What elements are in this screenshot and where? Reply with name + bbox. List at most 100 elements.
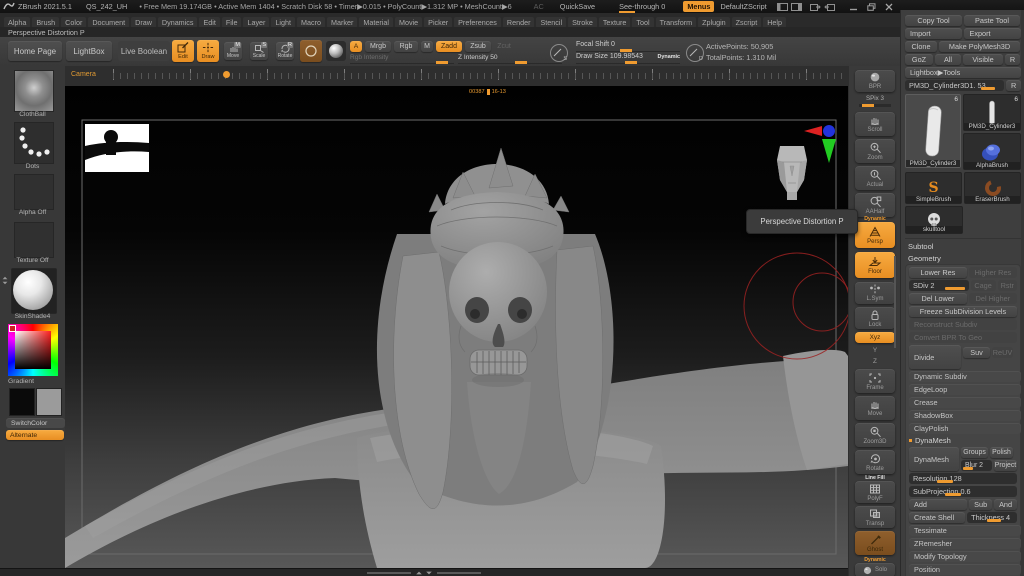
menu-item[interactable]: File <box>222 17 242 28</box>
z-intensity-slider[interactable]: Z Intensity 50 <box>458 54 562 64</box>
dynamesh-section-header[interactable]: DynaMesh <box>909 434 1017 446</box>
quicksave-button[interactable]: QuickSave <box>560 2 595 11</box>
sub-toggle[interactable]: Sub <box>969 499 992 510</box>
simplebrush-thumb[interactable]: S SimpleBrush <box>905 172 962 204</box>
blur-slider[interactable]: Blur 2 <box>961 460 992 471</box>
lock-button[interactable]: Lock <box>855 307 895 329</box>
dynamesh-subpalette-bar[interactable]: Modify Topology <box>909 551 1021 562</box>
rotate-button[interactable]: R Rotate <box>276 42 294 60</box>
dynamesh-subpalette-bar[interactable]: Tessimate <box>909 525 1021 536</box>
stroke-dot-button[interactable] <box>300 40 322 62</box>
lsym-button[interactable]: L.Sym <box>855 282 895 304</box>
hue-cursor[interactable] <box>9 325 16 332</box>
goz-visible-button[interactable]: Visible <box>963 54 1003 65</box>
dynamic-label[interactable]: Dynamic <box>658 54 680 60</box>
menu-item[interactable]: Help <box>763 17 786 28</box>
texture-thumbnail[interactable] <box>14 222 54 258</box>
y-constraint-button[interactable]: Y <box>855 346 895 355</box>
subprojection-handle[interactable] <box>945 493 961 496</box>
menu-item[interactable]: Zplugin <box>698 17 730 28</box>
rgb-intensity-slider[interactable]: Rgb Intensity <box>350 54 454 64</box>
transp-button[interactable]: Transp <box>855 506 895 528</box>
close-icon[interactable] <box>885 3 893 11</box>
aahalf-button[interactable]: AAHalf <box>855 193 895 217</box>
xyz-button[interactable]: Xyz <box>855 332 895 343</box>
menu-item[interactable]: Render <box>503 17 535 28</box>
alphabrush-thumb[interactable]: AlphaBrush <box>963 133 1021 170</box>
menu-item[interactable]: Movie <box>395 17 422 28</box>
panel-left-icon[interactable] <box>777 3 788 11</box>
rgb-toggle[interactable]: Rgb <box>394 41 418 52</box>
copy-tool-button[interactable]: Copy Tool <box>905 15 962 26</box>
rotate-canvas-button[interactable]: Rotate <box>855 450 895 474</box>
floor-button[interactable]: Floor <box>855 252 895 278</box>
alpha-thumbnail[interactable] <box>14 174 54 210</box>
current-tool-thumb[interactable]: 6 PM3D_Cylinder3 <box>905 94 961 168</box>
thickness-slider[interactable]: Thickness 4 <box>967 512 1017 523</box>
rstr-button[interactable]: Rstr <box>998 280 1017 291</box>
home-page-button[interactable]: Home Page <box>8 41 62 61</box>
zcut-toggle[interactable]: Zcut <box>494 41 514 52</box>
menu-item[interactable]: Material <box>359 17 393 28</box>
divide-button[interactable]: Divide <box>909 345 961 369</box>
menu-item[interactable]: Layer <box>243 17 269 28</box>
sdiv-handle[interactable] <box>945 287 965 290</box>
lightbox-button[interactable]: LightBox <box>66 41 112 61</box>
sdiv-slider[interactable]: SDiv 2 <box>909 280 969 291</box>
actual-button[interactable]: Actual <box>855 166 895 190</box>
color-picker[interactable] <box>8 324 58 376</box>
menu-item[interactable]: Marker <box>327 17 357 28</box>
canvas-area[interactable]: Camera <box>65 66 848 568</box>
focal-shift-slider[interactable]: Focal Shift 0 <box>576 41 680 52</box>
menu-item[interactable]: Draw <box>131 17 156 28</box>
material-thumbnail[interactable] <box>11 268 57 314</box>
menu-item[interactable]: Color <box>61 17 86 28</box>
menu-item[interactable]: Tool <box>632 17 653 28</box>
menu-item[interactable]: Picker <box>424 17 452 28</box>
resolution-handle[interactable] <box>937 480 953 483</box>
tray-toggle-arrows[interactable] <box>415 571 433 575</box>
geometry-subpalette-bar[interactable]: EdgeLoop <box>909 384 1021 395</box>
menu-item[interactable]: Texture <box>599 17 631 28</box>
suv-toggle[interactable]: Suv <box>963 347 990 358</box>
draw-size-slider[interactable]: Draw Size 109.98543 Dynamic <box>576 53 680 64</box>
add-toggle[interactable]: Add <box>909 499 967 510</box>
material-preview-button[interactable] <box>326 41 346 61</box>
camera-label[interactable]: Camera <box>71 71 96 78</box>
stroke-thumbnail[interactable] <box>14 122 54 164</box>
main-color-swatch[interactable] <box>9 388 35 416</box>
stroke-s-button[interactable]: S <box>550 44 568 62</box>
doc-import-icon[interactable] <box>824 3 835 11</box>
eraserbrush-thumb[interactable]: EraserBrush <box>964 172 1021 204</box>
dynamesh-subpalette-bar[interactable]: ZRemesher <box>909 538 1021 549</box>
move-canvas-button[interactable]: Move <box>855 396 895 420</box>
import-button[interactable]: Import <box>905 28 962 39</box>
menu-item[interactable]: Preferences <box>454 17 501 28</box>
focal-shift-handle[interactable] <box>620 49 632 52</box>
zscript-button[interactable]: DefaultZScript <box>720 2 766 11</box>
zoom3d-button[interactable]: Zoom3D <box>855 423 895 447</box>
draw-size-handle[interactable] <box>625 61 637 64</box>
polish-toggle[interactable]: Polish <box>990 447 1013 458</box>
menu-item[interactable]: Alpha <box>4 17 30 28</box>
lightbox-tools-button[interactable]: Lightbox▶Tools <box>905 67 1021 78</box>
gradient-label[interactable]: Gradient <box>0 378 73 385</box>
del-lower-button[interactable]: Del Lower <box>909 293 967 304</box>
goz-all-button[interactable]: All <box>935 54 961 65</box>
solo-button[interactable]: Solo <box>855 563 895 576</box>
reconstruct-button[interactable]: Reconstruct Subdiv <box>909 319 1017 330</box>
zoom-button[interactable]: Zoom <box>855 139 895 163</box>
menu-item[interactable]: Dynamics <box>158 17 198 28</box>
thickness-handle[interactable] <box>987 519 1001 522</box>
menu-item[interactable]: Edit <box>199 17 219 28</box>
paste-tool-button[interactable]: Paste Tool <box>964 15 1020 26</box>
project-toggle[interactable]: Project <box>994 460 1017 471</box>
clone-button[interactable]: Clone <box>905 41 937 52</box>
menu-item[interactable]: Transform <box>656 17 696 28</box>
reuv-button[interactable]: ReUV <box>992 347 1013 358</box>
live-boolean-button[interactable]: Live Boolean <box>118 41 170 61</box>
mrgb-toggle[interactable]: Mrgb <box>365 41 391 52</box>
dynamesh-subpalette-bar[interactable]: Position <box>909 564 1021 575</box>
higher-res-button[interactable]: Higher Res <box>969 267 1017 278</box>
geometry-subpalette-bar[interactable]: Crease <box>909 397 1021 408</box>
